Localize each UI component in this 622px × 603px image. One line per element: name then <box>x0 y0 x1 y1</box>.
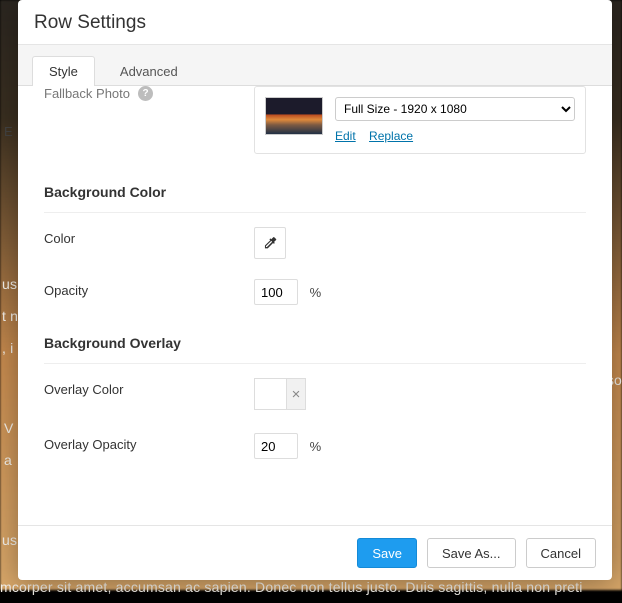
partial-letter: E <box>4 124 13 139</box>
photo-replace-link[interactable]: Replace <box>369 129 413 143</box>
settings-panel: Row Settings Style Advanced Fallback Pho… <box>18 0 612 580</box>
panel-footer: Save Save As... Cancel <box>18 525 612 580</box>
photo-thumbnail[interactable] <box>265 97 323 135</box>
save-as-button[interactable]: Save As... <box>427 538 516 568</box>
tab-style[interactable]: Style <box>32 56 95 86</box>
tab-advanced[interactable]: Advanced <box>103 56 195 86</box>
save-button[interactable]: Save <box>357 538 417 568</box>
panel-header: Row Settings <box>18 0 612 45</box>
overlay-opacity-unit: % <box>310 439 322 454</box>
color-label: Color <box>44 227 254 246</box>
help-icon[interactable]: ? <box>138 86 153 101</box>
opacity-label: Opacity <box>44 279 254 298</box>
photo-size-select[interactable]: Full Size - 1920 x 1080 <box>335 97 575 121</box>
section-heading-bg-color: Background Color <box>44 164 586 213</box>
opacity-unit: % <box>310 285 322 300</box>
photo-edit-link[interactable]: Edit <box>335 129 356 143</box>
panel-title: Row Settings <box>34 12 596 34</box>
overlay-color-swatch[interactable] <box>254 378 286 410</box>
tabs-bar: Style Advanced <box>18 45 612 86</box>
section-heading-bg-overlay: Background Overlay <box>44 315 586 364</box>
cancel-button[interactable]: Cancel <box>526 538 596 568</box>
overlay-color-clear-button[interactable]: × <box>286 378 306 410</box>
photo-card: Full Size - 1920 x 1080 Edit Replace <box>254 86 586 154</box>
panel-body: Fallback Photo ? Full Size - 1920 x 1080… <box>18 86 612 525</box>
color-picker-button[interactable] <box>254 227 286 259</box>
overlay-opacity-label: Overlay Opacity <box>44 433 254 452</box>
overlay-opacity-input[interactable] <box>254 433 298 459</box>
eyedropper-icon <box>262 235 278 251</box>
scroll-region[interactable]: Fallback Photo ? Full Size - 1920 x 1080… <box>18 86 612 525</box>
fallback-photo-label: Fallback Photo <box>44 86 130 101</box>
overlay-color-label: Overlay Color <box>44 378 254 397</box>
opacity-input[interactable] <box>254 279 298 305</box>
